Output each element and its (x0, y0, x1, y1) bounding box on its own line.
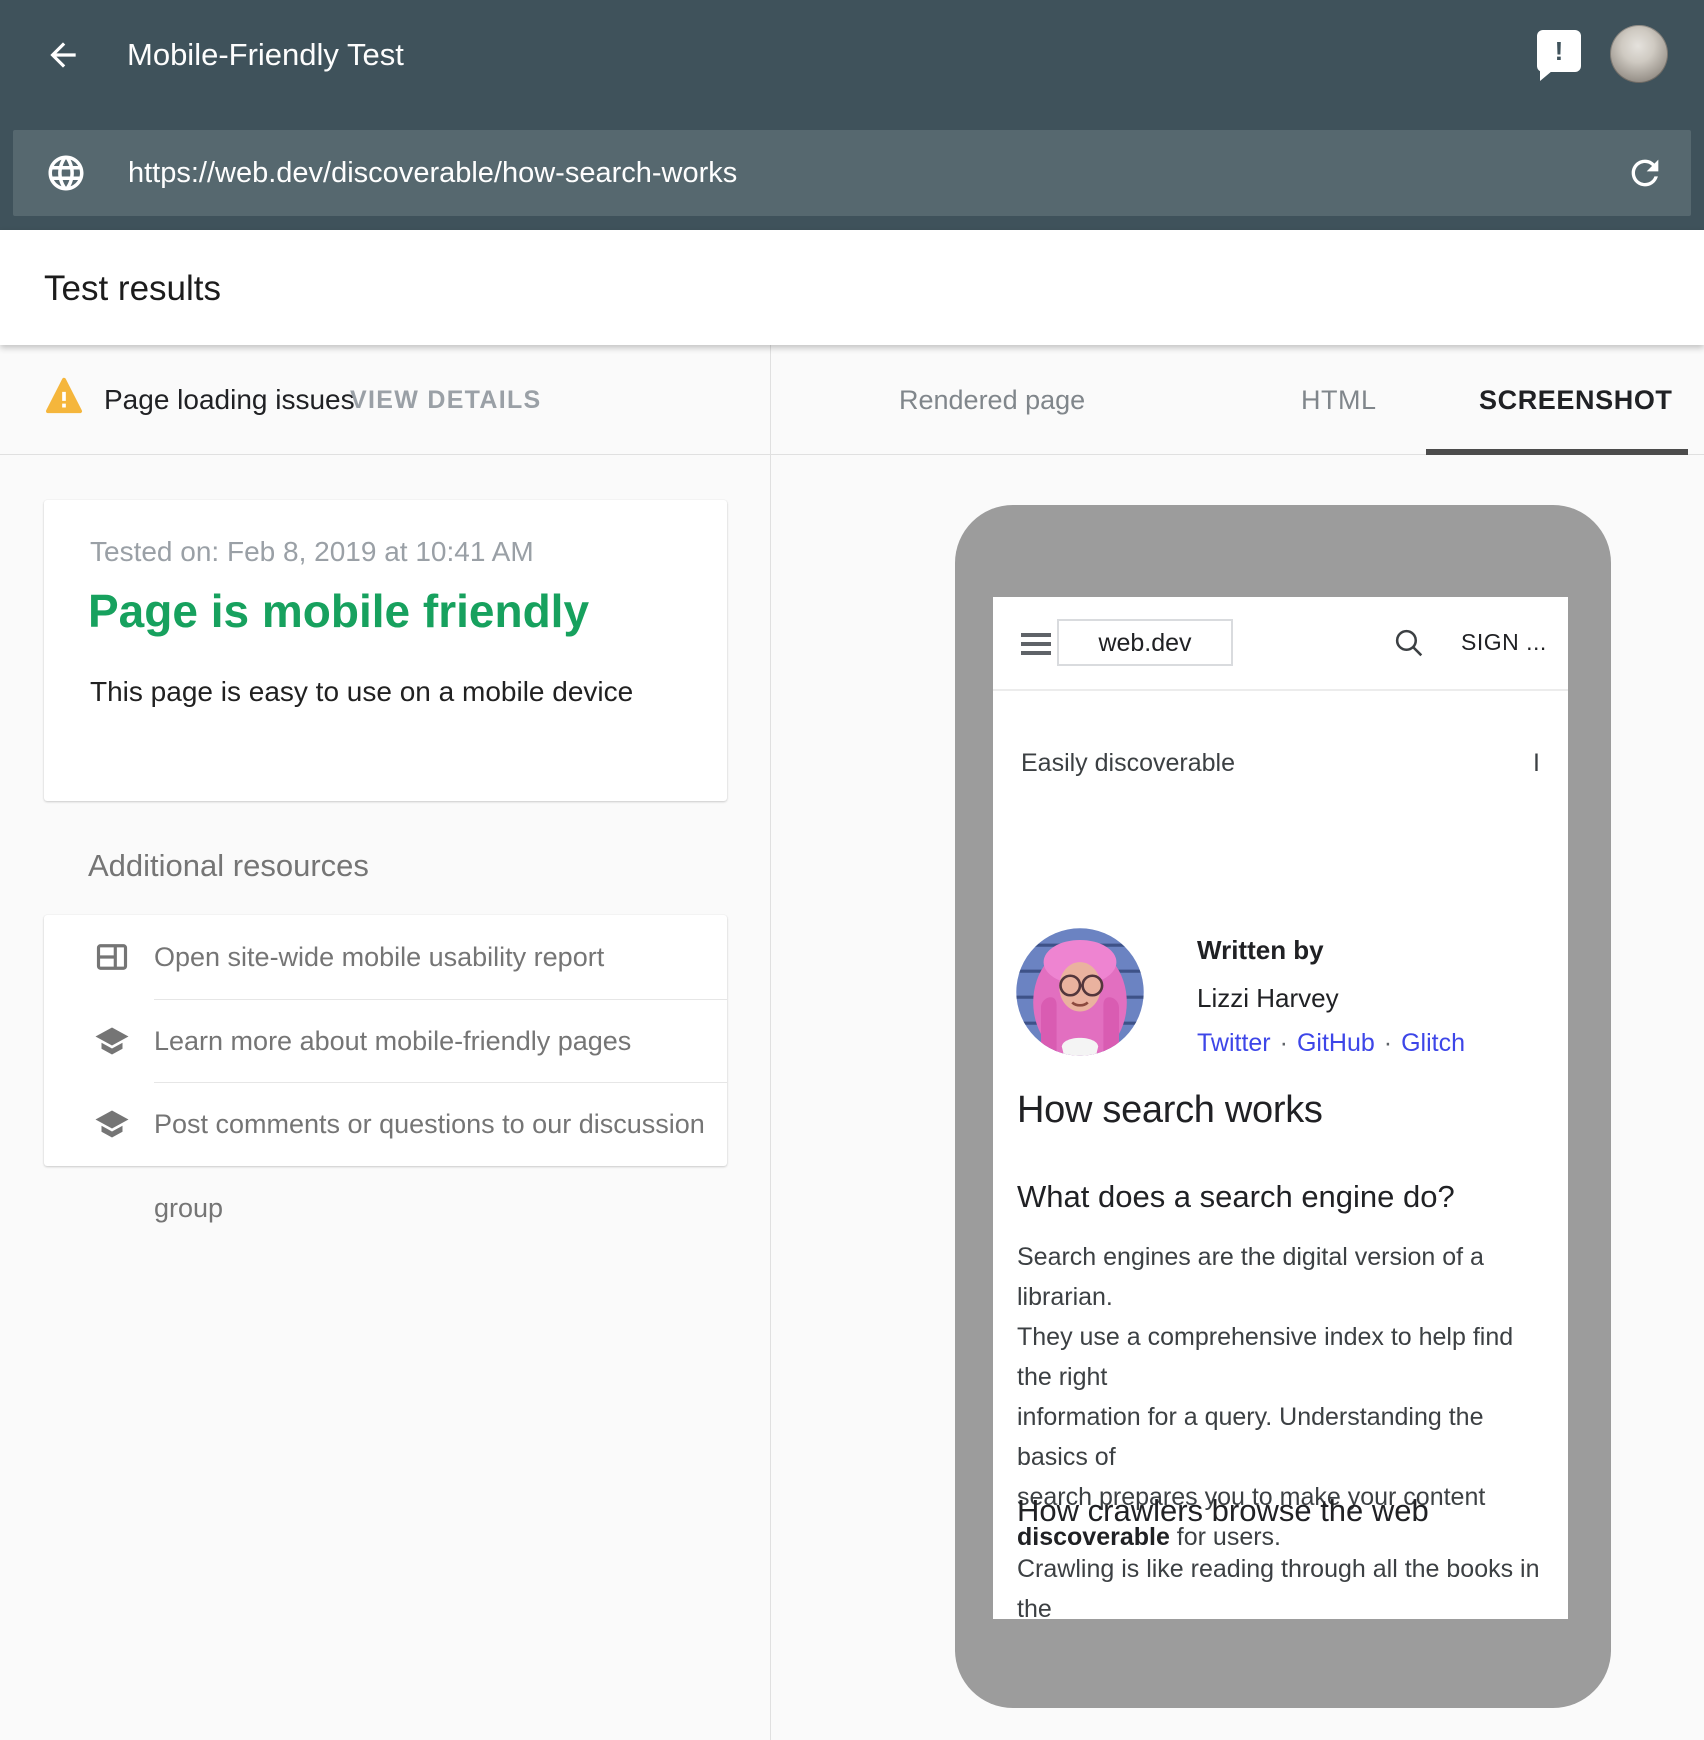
twitter-link: Twitter (1197, 1029, 1271, 1057)
globe-icon (45, 152, 87, 194)
breadcrumb: Easily discoverable (1021, 749, 1235, 778)
resource-label: Post comments or questions to our discus… (154, 1082, 727, 1166)
content-area: Page loading issues VIEW DETAILS Rendere… (0, 345, 1704, 1740)
resource-discussion-group[interactable]: Post comments or questions to our discus… (44, 1082, 727, 1166)
panel-divider (770, 345, 771, 1740)
paragraph-text: Search engines are the digital version o… (1017, 1243, 1513, 1511)
warning-icon (44, 377, 84, 414)
back-button[interactable] (44, 36, 82, 74)
hamburger-icon (1021, 633, 1051, 657)
resource-usability-report[interactable]: Open site-wide mobile usability report (44, 915, 727, 999)
tested-url: https://web.dev/discoverable/how-search-… (128, 130, 737, 216)
page-header: Test results (0, 230, 1704, 345)
view-details-button[interactable]: VIEW DETAILS (350, 345, 542, 455)
user-avatar[interactable] (1610, 25, 1668, 83)
back-arrow-icon (44, 36, 82, 74)
github-link: GitHub (1297, 1029, 1375, 1057)
link-separator: · (1280, 1029, 1288, 1057)
breadcrumb-overflow: I (1533, 749, 1540, 778)
phone-mockup: web.dev SIGN ... Easily discoverable I (955, 505, 1611, 1708)
written-by-label: Written by (1197, 935, 1324, 966)
warning-label: Page loading issues (104, 345, 355, 455)
mobile-friendly-test-app: Mobile-Friendly Test ! https://web.dev/d… (0, 0, 1704, 1740)
url-bar[interactable]: https://web.dev/discoverable/how-search-… (13, 130, 1691, 216)
section-paragraph: Crawling is like reading through all the… (1017, 1549, 1552, 1619)
resource-learn-more[interactable]: Learn more about mobile-friendly pages (44, 999, 727, 1083)
page-title: Test results (44, 230, 221, 345)
app-bar: Mobile-Friendly Test ! https://web.dev/d… (0, 0, 1704, 230)
refresh-icon[interactable] (1625, 153, 1665, 193)
site-logo: web.dev (1057, 619, 1233, 666)
author-links: Twitter · GitHub · Glitch (1197, 1029, 1465, 1058)
screenshot-preview: web.dev SIGN ... Easily discoverable I (993, 597, 1568, 1619)
feedback-icon[interactable]: ! (1537, 30, 1581, 72)
sign-in-label: SIGN ... (1461, 619, 1547, 666)
tab-html[interactable]: HTML (1301, 345, 1377, 455)
app-title: Mobile-Friendly Test (127, 0, 404, 110)
additional-resources-heading: Additional resources (88, 848, 369, 884)
resource-label: Open site-wide mobile usability report (154, 915, 604, 999)
tested-on-timestamp: Tested on: Feb 8, 2019 at 10:41 AM (90, 536, 534, 568)
tab-screenshot[interactable]: SCREENSHOT (1479, 345, 1673, 455)
verdict-description: This page is easy to use on a mobile dev… (90, 676, 633, 708)
result-card: Tested on: Feb 8, 2019 at 10:41 AM Page … (44, 500, 727, 801)
link-separator: · (1384, 1029, 1392, 1057)
section-heading: What does a search engine do? (1017, 1179, 1455, 1215)
section-heading: How crawlers browse the web (1017, 1493, 1429, 1529)
glitch-link: Glitch (1401, 1029, 1465, 1057)
article-title: How search works (1017, 1089, 1323, 1132)
search-icon (1391, 625, 1427, 661)
school-icon (94, 1023, 130, 1059)
resource-label: Learn more about mobile-friendly pages (154, 999, 631, 1083)
school-icon (94, 1106, 130, 1142)
resources-card: Open site-wide mobile usability report L… (44, 915, 727, 1166)
screenshot-site-header: web.dev SIGN ... (993, 597, 1568, 691)
usability-report-icon (94, 939, 130, 975)
tab-rendered-page[interactable]: Rendered page (899, 345, 1085, 455)
author-name: Lizzi Harvey (1197, 983, 1339, 1014)
verdict-heading: Page is mobile friendly (88, 584, 589, 638)
author-avatar (1015, 927, 1145, 1057)
active-tab-indicator (1426, 449, 1688, 455)
